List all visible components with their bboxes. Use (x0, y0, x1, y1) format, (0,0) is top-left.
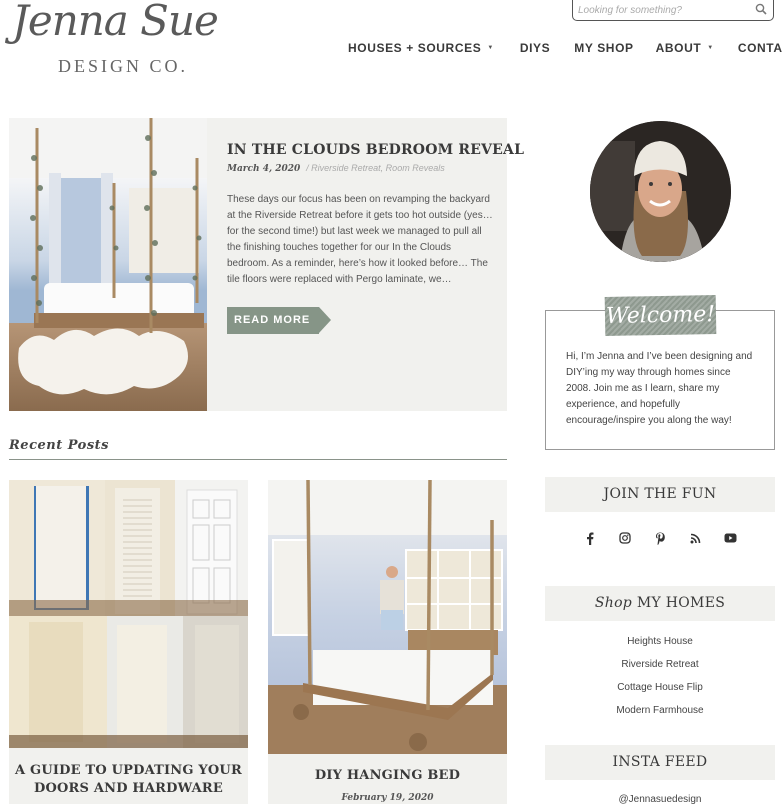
doors-collage-photo (9, 480, 248, 748)
featured-post-meta: March 4, 2020 / Riverside Retreat, Room … (227, 163, 445, 174)
featured-post-title[interactable]: IN THE CLOUDS BEDROOM REVEAL (227, 142, 524, 158)
post-card[interactable]: A GUIDE TO UPDATING YOUR DOORS AND HARDW… (9, 480, 248, 804)
instagram-icon[interactable] (618, 530, 632, 546)
post-title[interactable]: DIY HANGING BED (268, 767, 507, 785)
recent-posts-heading: Recent Posts (9, 438, 109, 453)
post-date: March 4, 2020 (227, 164, 301, 174)
chevron-down-icon: ▼ (487, 45, 494, 51)
search-box[interactable] (572, 0, 774, 21)
join-the-fun-heading: JOIN THE FUN (545, 477, 775, 512)
widget-title: INSTA FEED (612, 754, 708, 770)
logo-subtitle: DESIGN CO. (58, 56, 189, 76)
site-logo[interactable]: Jenna Sue DESIGN CO. (10, 0, 230, 80)
featured-post-excerpt: These days our focus has been on revampi… (227, 194, 493, 285)
main-nav: HOUSES + SOURCES ▼ DIYS MY SHOP ABOUT ▼ … (348, 40, 783, 56)
widget-title: JOIN THE FUN (603, 486, 717, 502)
chevron-down-icon: ▼ (707, 45, 714, 51)
shop-my-homes-heading: Shop MY HOMES (545, 586, 775, 621)
insta-feed-heading: INSTA FEED (545, 745, 775, 780)
widget-title: MY HOMES (636, 595, 726, 611)
post-image[interactable] (9, 480, 248, 748)
nav-contact[interactable]: CONTACT (738, 40, 783, 56)
nav-label: DIYS (519, 41, 551, 55)
pinterest-icon[interactable] (653, 530, 667, 546)
welcome-badge: Welcome! (604, 295, 717, 336)
welcome-text: Hi, I’m Jenna and I’ve been designing an… (566, 351, 753, 426)
post-categories[interactable]: / Riverside Retreat, Room Reveals (306, 163, 445, 173)
rss-icon[interactable] (688, 530, 702, 546)
social-links (545, 530, 775, 546)
post-date: February 19, 2020 (341, 793, 434, 803)
nav-about[interactable]: ABOUT ▼ (656, 40, 714, 56)
nav-label: ABOUT (655, 41, 702, 55)
featured-post: IN THE CLOUDS BEDROOM REVEAL March 4, 20… (9, 118, 524, 411)
bedroom-photo (9, 118, 207, 411)
home-link-modern-farmhouse[interactable]: Modern Farmhouse (545, 704, 775, 727)
search-input[interactable] (578, 2, 748, 18)
post-image[interactable] (268, 480, 507, 754)
nav-label: HOUSES + SOURCES (348, 41, 482, 55)
divider (9, 459, 507, 460)
logo-script-text: Jenna Sue (12, 0, 219, 45)
hanging-bed-photo (268, 480, 507, 754)
nav-label: MY SHOP (574, 41, 634, 55)
home-link-heights-house[interactable]: Heights House (545, 635, 775, 658)
author-avatar (590, 121, 731, 262)
facebook-icon[interactable] (583, 530, 597, 546)
home-link-cottage-house-flip[interactable]: Cottage House Flip (545, 681, 775, 704)
post-title[interactable]: A GUIDE TO UPDATING YOUR DOORS AND HARDW… (9, 762, 248, 798)
instagram-handle-link[interactable]: @Jennasuedesign (545, 794, 775, 804)
nav-diys[interactable]: DIYS (520, 40, 550, 56)
author-photo (590, 121, 731, 262)
featured-post-image[interactable] (9, 118, 207, 411)
widget-title-italic: Shop (594, 595, 633, 611)
homes-list: Heights House Riverside Retreat Cottage … (545, 635, 775, 727)
nav-my-shop[interactable]: MY SHOP (574, 40, 633, 56)
youtube-icon[interactable] (723, 530, 737, 546)
search-icon[interactable] (755, 3, 767, 15)
nav-label: CONTACT (737, 41, 783, 55)
home-link-riverside-retreat[interactable]: Riverside Retreat (545, 658, 775, 681)
read-more-button[interactable]: READ MORE (227, 307, 331, 334)
post-card[interactable]: DIY HANGING BED February 19, 2020 (268, 480, 507, 804)
nav-houses-sources[interactable]: HOUSES + SOURCES ▼ (348, 40, 494, 56)
